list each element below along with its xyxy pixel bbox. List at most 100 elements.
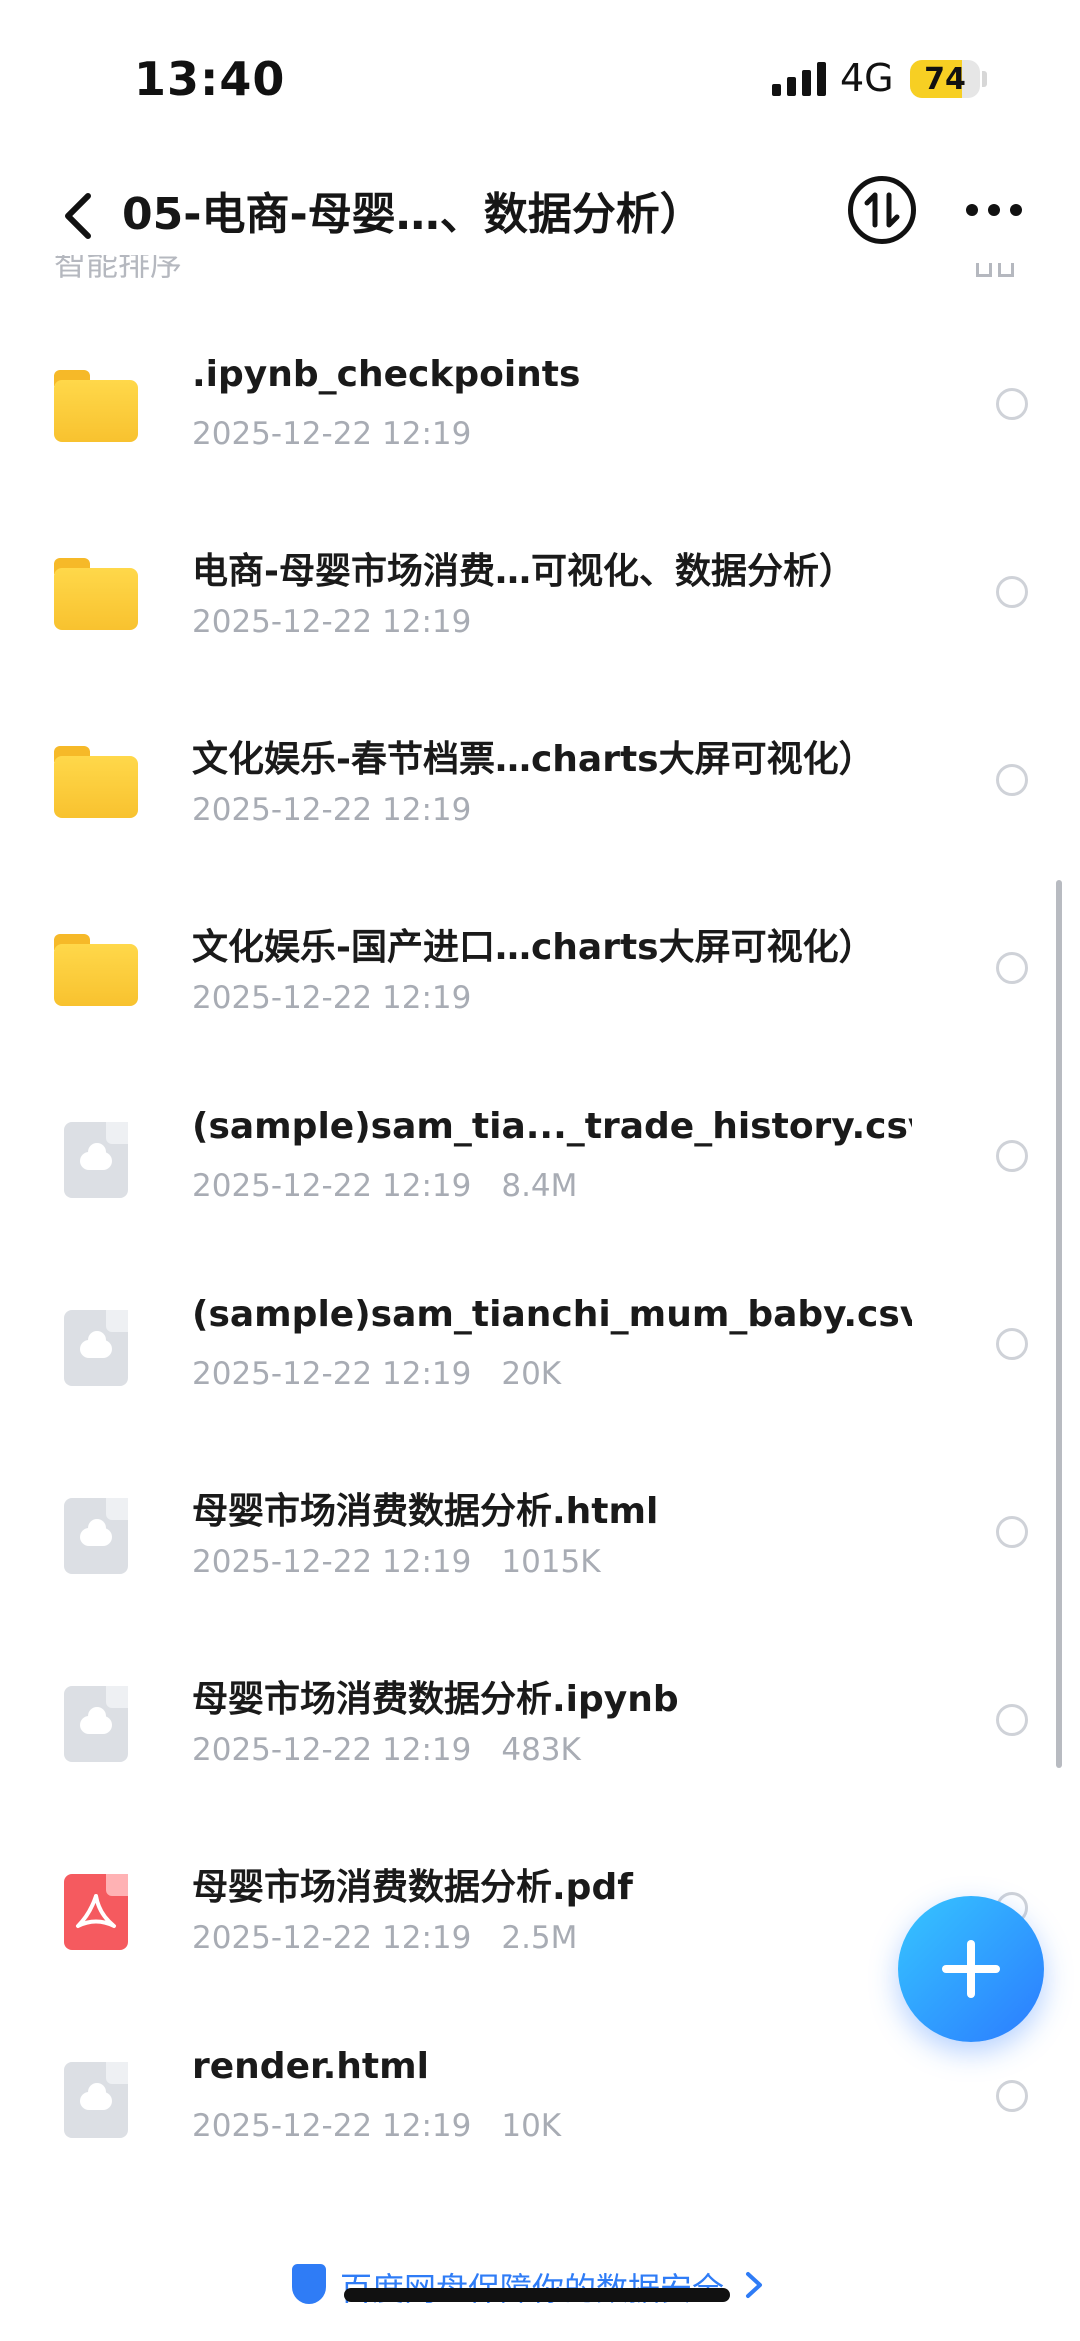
file-row[interactable]: (sample)sam_tia..._trade_history.csv 2025… — [0, 1088, 1080, 1276]
file-date: 2025-12-22 12:19 — [192, 792, 472, 828]
select-checkbox[interactable] — [996, 388, 1028, 420]
file-row[interactable]: 母婴市场消费数据分析.html 2025-12-22 12:19 1015K — [0, 1464, 1080, 1652]
file-name: 文化娱乐-国产进口…charts大屏可视化） — [192, 927, 875, 968]
file-name: 母婴市场消费数据分析.html — [192, 1491, 659, 1532]
page-title: 05-电商-母婴…、数据分析） — [122, 189, 704, 240]
transfer-button[interactable] — [848, 176, 916, 244]
file-date: 2025-12-22 12:19 — [192, 2108, 472, 2144]
file-meta: 2025-12-22 12:19 483K — [192, 1732, 581, 1768]
sort-bar: 智能排序 — [0, 255, 1080, 281]
more-dots-icon[interactable] — [966, 198, 1026, 222]
file-date: 2025-12-22 12:19 — [192, 604, 472, 640]
file-meta: 2025-12-22 12:19 20K — [192, 1356, 561, 1392]
select-checkbox[interactable] — [996, 576, 1028, 608]
file-date: 2025-12-22 12:19 — [192, 1168, 472, 1204]
file-row[interactable]: 母婴市场消费数据分析.ipynb 2025-12-22 12:19 483K — [0, 1652, 1080, 1840]
doc-page — [64, 1310, 128, 1386]
file-meta: 2025-12-22 12:19 — [192, 604, 471, 640]
folder-body — [54, 380, 138, 442]
select-checkbox[interactable] — [996, 2080, 1028, 2112]
file-meta: 2025-12-22 12:19 8.4M — [192, 1168, 577, 1204]
cellular-signal-icon — [772, 62, 826, 96]
status-bar: 13:40 4G 74 — [0, 0, 1080, 150]
cloud-file-icon — [54, 2058, 138, 2138]
file-size: 483K — [501, 1732, 581, 1768]
doc-fold — [106, 1310, 128, 1332]
doc-fold — [106, 2062, 128, 2084]
cloud-file-icon — [54, 1494, 138, 1574]
file-name: 母婴市场消费数据分析.pdf — [192, 1867, 633, 1908]
shield-icon — [292, 2264, 326, 2304]
select-checkbox[interactable] — [996, 764, 1028, 796]
sort-button[interactable]: 智能排序 — [54, 255, 182, 281]
upload-download-icon — [864, 192, 900, 228]
acrobat-mark — [76, 1894, 116, 1928]
file-date: 2025-12-22 12:19 — [192, 1920, 472, 1956]
app-screen: 13:40 4G 74 05-电商-母婴…、数据分析） 智能排序 .ipynb_… — [0, 0, 1080, 2341]
select-checkbox[interactable] — [996, 1516, 1028, 1548]
file-date: 2025-12-22 12:19 — [192, 416, 472, 452]
file-date: 2025-12-22 12:19 — [192, 980, 472, 1016]
network-type: 4G — [840, 56, 894, 100]
pdf-file-icon — [54, 1870, 138, 1950]
file-name: (sample)sam_tianchi_mum_baby.csv — [192, 1294, 912, 1335]
file-size: 10K — [501, 2108, 562, 2144]
folder-body — [54, 568, 138, 630]
add-button[interactable] — [898, 1896, 1044, 2042]
file-name: 母婴市场消费数据分析.ipynb — [192, 1679, 679, 1720]
file-row[interactable]: 文化娱乐-国产进口…charts大屏可视化） 2025-12-22 12:19 — [0, 900, 1080, 1088]
folder-body — [54, 756, 138, 818]
file-meta: 2025-12-22 12:19 2.5M — [192, 1920, 577, 1956]
file-row[interactable]: 文化娱乐-春节档票…charts大屏可视化） 2025-12-22 12:19 — [0, 712, 1080, 900]
doc-page — [64, 1122, 128, 1198]
more-dot — [966, 204, 978, 216]
folder-body — [54, 944, 138, 1006]
file-date: 2025-12-22 12:19 — [192, 1356, 472, 1392]
file-name: .ipynb_checkpoints — [192, 354, 581, 395]
select-checkbox[interactable] — [996, 1704, 1028, 1736]
cloud-icon — [80, 1519, 112, 1546]
more-dot — [1010, 204, 1022, 216]
file-date: 2025-12-22 12:19 — [192, 1544, 472, 1580]
file-meta: 2025-12-22 12:19 — [192, 792, 471, 828]
chevron-right-icon — [746, 2272, 762, 2298]
security-banner-text: 百度网盘保障你的数据安全 — [340, 2264, 724, 2310]
plus-icon-stem — [967, 1940, 975, 1998]
file-name: render.html — [192, 2046, 429, 2087]
file-meta: 2025-12-22 12:19 1015K — [192, 1544, 601, 1580]
file-size: 20K — [501, 1356, 562, 1392]
file-name: (sample)sam_tia..._trade_history.csv — [192, 1106, 912, 1147]
folder-icon — [54, 742, 138, 822]
file-name: 文化娱乐-春节档票…charts大屏可视化） — [192, 739, 875, 780]
file-size: 1015K — [501, 1544, 601, 1580]
file-meta: 2025-12-22 12:19 — [192, 980, 471, 1016]
doc-page — [64, 2062, 128, 2138]
grid-view-icon[interactable] — [976, 263, 1014, 277]
scrollbar[interactable] — [1056, 880, 1062, 1768]
folder-icon — [54, 366, 138, 446]
grid-cell — [976, 263, 992, 277]
doc-page — [64, 1686, 128, 1762]
folder-icon — [54, 930, 138, 1010]
cloud-icon — [80, 1143, 112, 1170]
more-dot — [988, 204, 1000, 216]
file-row[interactable]: 电商-母婴市场消费…可视化、数据分析） 2025-12-22 12:19 — [0, 524, 1080, 712]
battery-level-text: 74 — [924, 62, 966, 97]
chevron-left-icon[interactable] — [54, 180, 104, 250]
select-checkbox[interactable] — [996, 1140, 1028, 1172]
battery-tip — [982, 71, 987, 87]
doc-fold — [106, 1122, 128, 1144]
doc-fold — [106, 1686, 128, 1708]
cloud-icon — [80, 2083, 112, 2110]
cloud-icon — [80, 1707, 112, 1734]
file-row[interactable]: .ipynb_checkpoints 2025-12-22 12:19 — [0, 336, 1080, 524]
file-size: 8.4M — [501, 1168, 578, 1204]
doc-page — [64, 1498, 128, 1574]
grid-cell — [998, 263, 1014, 277]
file-row[interactable]: render.html 2025-12-22 12:19 10K — [0, 2028, 1080, 2216]
home-indicator — [344, 2288, 730, 2302]
file-row[interactable]: (sample)sam_tianchi_mum_baby.csv 2025-12-… — [0, 1276, 1080, 1464]
select-checkbox[interactable] — [996, 952, 1028, 984]
cloud-file-icon — [54, 1306, 138, 1386]
select-checkbox[interactable] — [996, 1328, 1028, 1360]
